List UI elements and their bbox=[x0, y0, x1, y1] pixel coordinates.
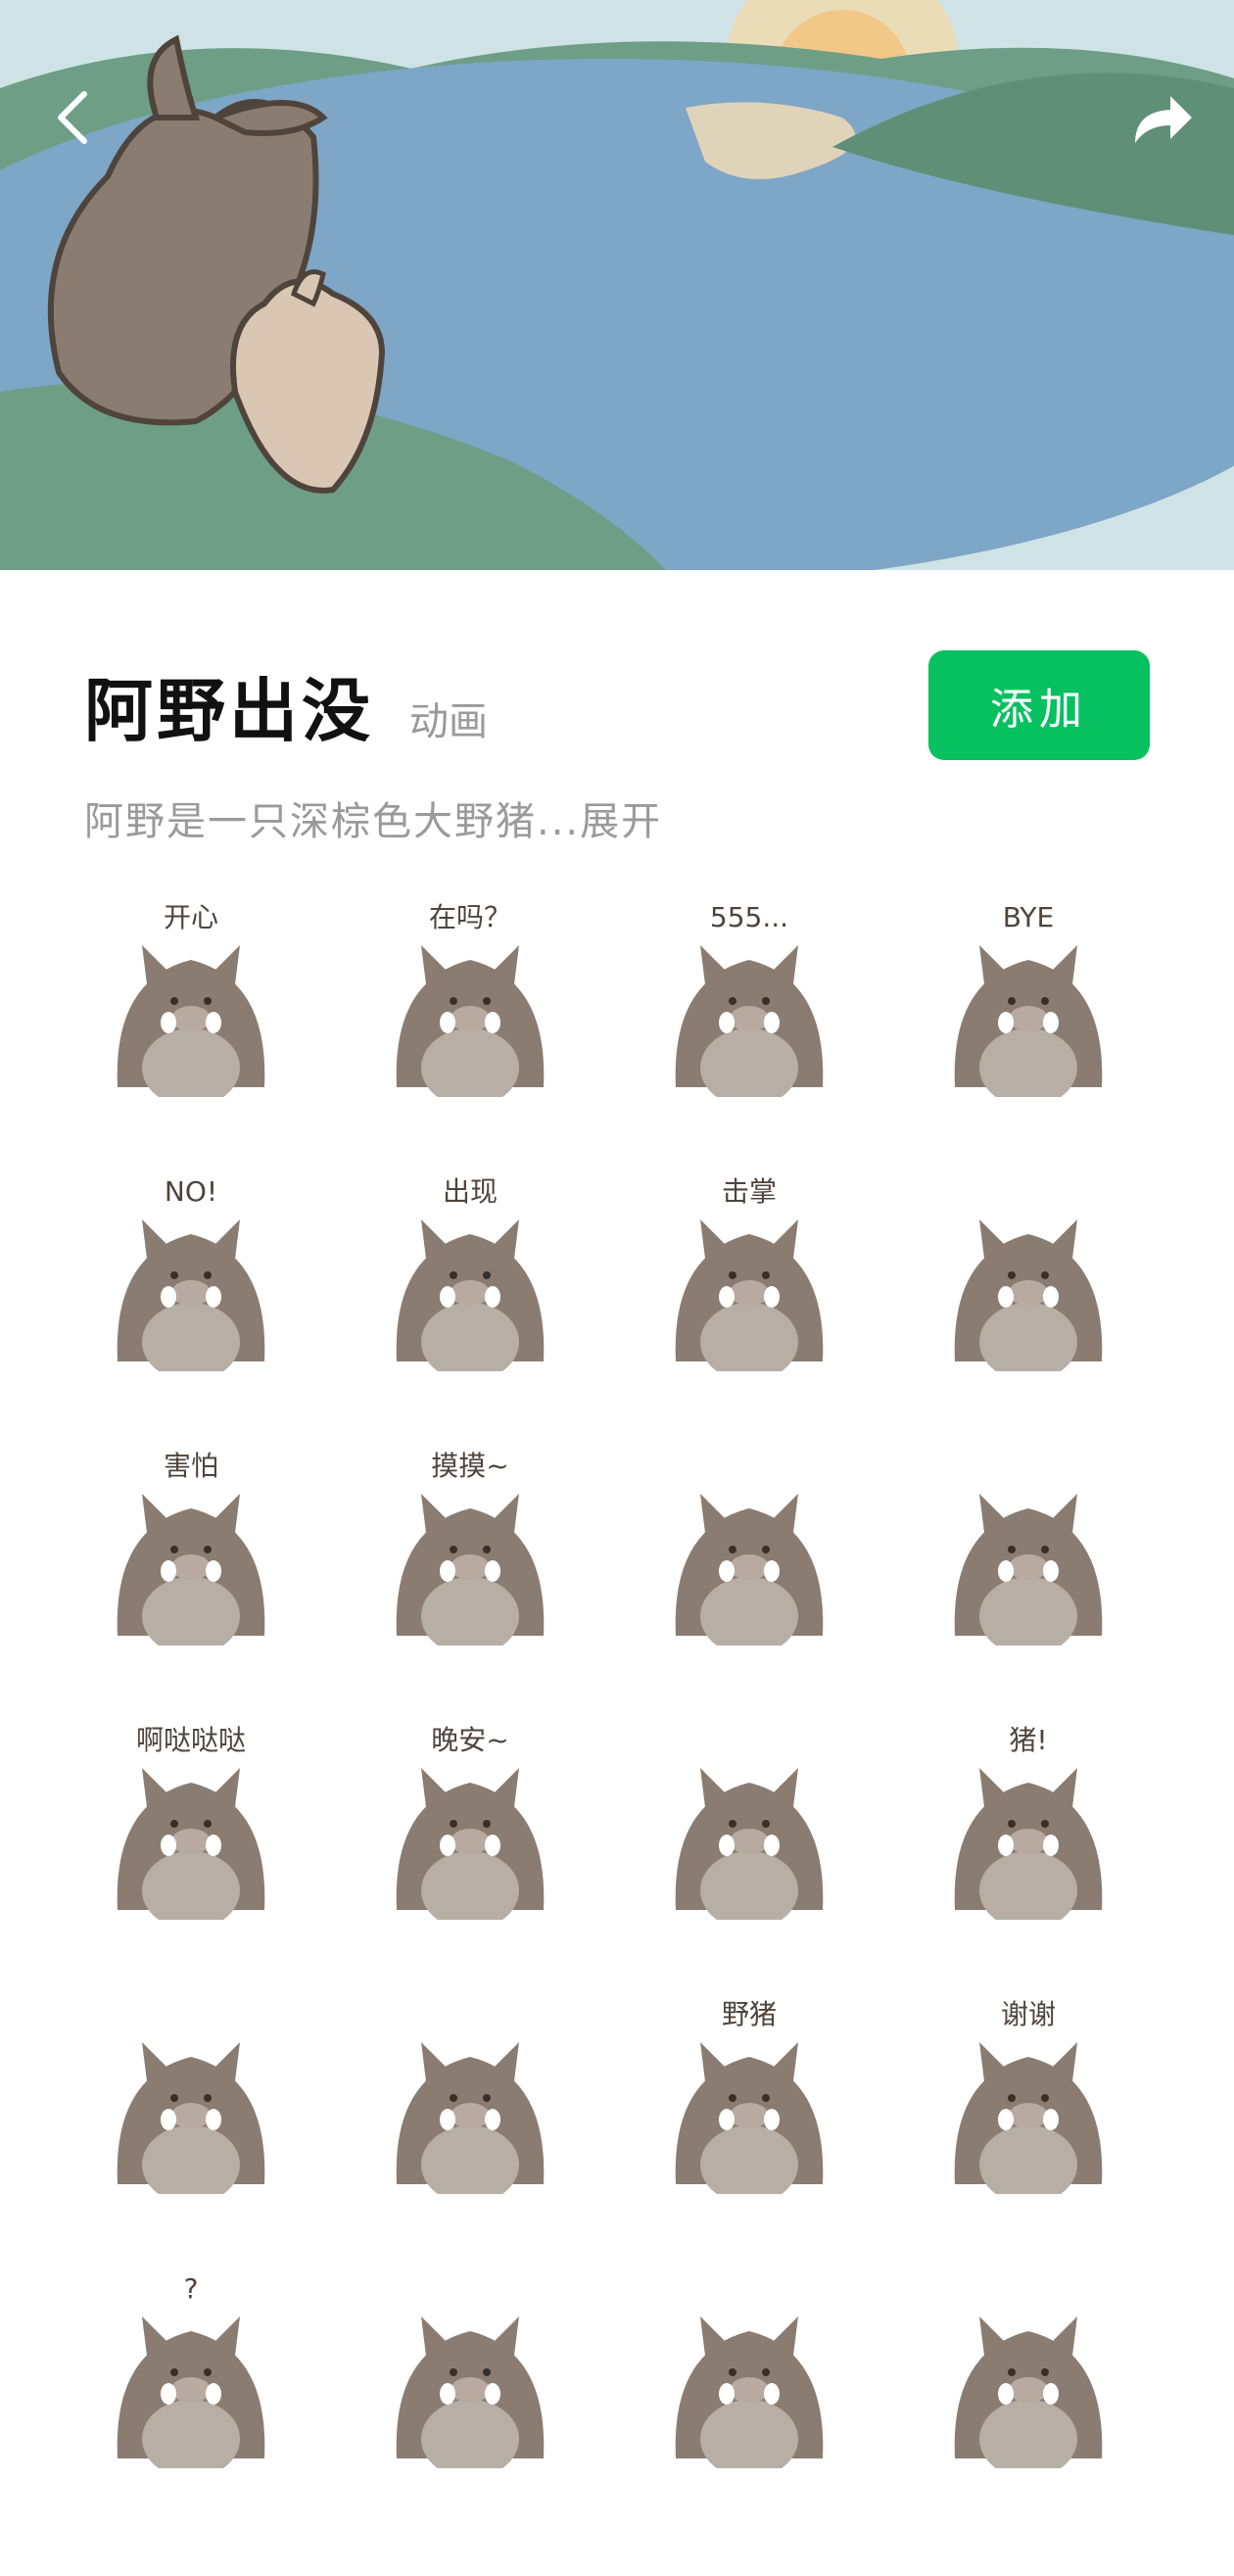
sticker-caption: NO! bbox=[165, 1175, 217, 1208]
sticker-item[interactable] bbox=[646, 1714, 852, 1920]
sticker-caption: 谢谢 bbox=[1001, 1998, 1056, 2030]
boar-sticker-icon bbox=[117, 2042, 265, 2194]
sticker-caption: 晚安~ bbox=[431, 1724, 508, 1756]
sticker-caption: 击掌 bbox=[722, 1175, 777, 1208]
boar-sticker-icon: NO! bbox=[117, 1175, 265, 1371]
sticker-item[interactable]: BYE bbox=[926, 891, 1131, 1097]
sticker-item[interactable]: 啊哒哒哒 bbox=[88, 1714, 294, 1920]
sticker-item[interactable]: NO! bbox=[88, 1166, 294, 1371]
sticker-caption: BYE bbox=[1003, 901, 1054, 933]
boar-sticker-icon: BYE bbox=[954, 901, 1103, 1097]
sticker-item[interactable] bbox=[926, 1166, 1131, 1371]
boar-sticker-icon: 害怕 bbox=[117, 1450, 265, 1646]
boar-sticker-icon: 野猪 bbox=[675, 1998, 824, 2194]
sticker-item[interactable] bbox=[367, 2263, 573, 2468]
boar-sticker-icon: 在吗？ bbox=[396, 901, 545, 1097]
sticker-item[interactable]: 开心 bbox=[88, 891, 294, 1097]
sticker-caption: 摸摸~ bbox=[431, 1450, 508, 1482]
share-button[interactable] bbox=[1122, 78, 1201, 157]
sticker-item[interactable]: 野猪 bbox=[646, 1988, 852, 2194]
boar-sticker-icon: ? bbox=[117, 2272, 265, 2468]
pack-description[interactable]: 阿野是一只深棕色大野猪...展开 bbox=[84, 789, 662, 846]
banner-image bbox=[0, 0, 1234, 570]
sticker-item[interactable]: 出现 bbox=[367, 1166, 573, 1371]
sticker-caption: 猪! bbox=[1009, 1724, 1047, 1756]
sticker-caption: 开心 bbox=[164, 901, 218, 933]
sticker-caption: 野猪 bbox=[722, 1998, 777, 2030]
boar-sticker-icon: 啊哒哒哒 bbox=[117, 1724, 265, 1920]
sticker-caption: 害怕 bbox=[164, 1450, 218, 1482]
boar-sticker-icon bbox=[675, 2316, 824, 2468]
sticker-item[interactable]: 害怕 bbox=[88, 1440, 294, 1646]
sticker-item[interactable]: 晚安~ bbox=[367, 1714, 573, 1920]
sticker-caption: 在吗？ bbox=[429, 901, 511, 933]
sticker-item[interactable]: 摸摸~ bbox=[367, 1440, 573, 1646]
sticker-item[interactable] bbox=[88, 1988, 294, 2194]
boar-sticker-icon: 晚安~ bbox=[396, 1724, 545, 1920]
sticker-item[interactable]: 猪! bbox=[926, 1714, 1131, 1920]
boar-sticker-icon bbox=[954, 1494, 1103, 1646]
pack-type-tag: 动画 bbox=[409, 699, 488, 744]
boar-sticker-icon: 猪! bbox=[954, 1724, 1103, 1920]
sticker-item[interactable]: ? bbox=[88, 2263, 294, 2468]
boar-sticker-icon: 开心 bbox=[117, 901, 265, 1097]
boar-sticker-icon: 谢谢 bbox=[954, 1998, 1103, 2194]
pack-title: 阿野出没 bbox=[84, 670, 374, 751]
boar-sticker-icon bbox=[954, 2316, 1103, 2468]
sticker-item[interactable] bbox=[926, 2263, 1131, 2468]
sticker-item[interactable]: 在吗？ bbox=[367, 891, 573, 1097]
boar-sticker-icon bbox=[396, 2042, 545, 2194]
boar-sticker-icon bbox=[396, 2316, 545, 2468]
sticker-item[interactable] bbox=[926, 1440, 1131, 1646]
boar-sticker-icon: 出现 bbox=[396, 1175, 545, 1371]
sticker-caption: 啊哒哒哒 bbox=[136, 1724, 246, 1756]
boar-sticker-icon bbox=[675, 1494, 824, 1646]
boar-sticker-icon bbox=[954, 1219, 1103, 1371]
sticker-item[interactable] bbox=[367, 1988, 573, 2194]
sticker-item[interactable]: 击掌 bbox=[646, 1166, 852, 1371]
chevron-left-icon bbox=[58, 91, 87, 144]
sticker-caption: ? bbox=[184, 2272, 199, 2305]
sticker-item[interactable] bbox=[646, 2263, 852, 2468]
sticker-caption: 555... bbox=[710, 901, 788, 933]
sticker-caption: 出现 bbox=[443, 1175, 498, 1208]
boar-sticker-icon: 击掌 bbox=[675, 1175, 824, 1371]
boar-sticker-icon bbox=[675, 1768, 824, 1920]
add-button[interactable]: 添加 bbox=[928, 650, 1150, 760]
boar-sticker-icon: 555... bbox=[675, 901, 824, 1097]
sticker-item[interactable]: 555... bbox=[646, 891, 852, 1097]
sticker-item[interactable] bbox=[646, 1440, 852, 1646]
pack-title-row: 阿野出没 动画 bbox=[84, 656, 488, 755]
sticker-item[interactable]: 谢谢 bbox=[926, 1988, 1131, 2194]
boar-sticker-icon: 摸摸~ bbox=[396, 1450, 545, 1646]
share-arrow-icon bbox=[1135, 96, 1192, 143]
back-button[interactable] bbox=[33, 78, 112, 157]
